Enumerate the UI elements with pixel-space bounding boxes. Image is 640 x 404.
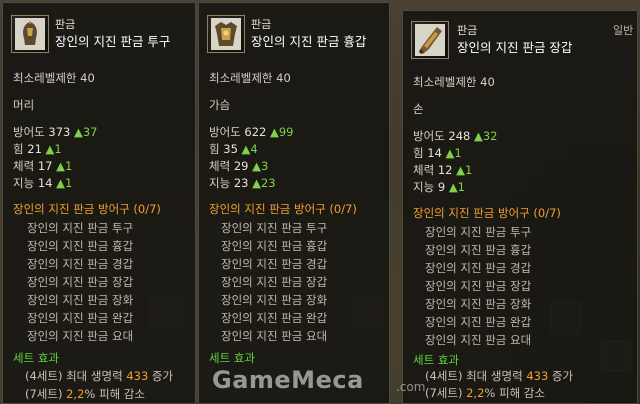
set-piece: 장인의 지진 판금 경갑 xyxy=(221,257,328,271)
set-piece: 장인의 지진 판금 요대 xyxy=(221,329,328,343)
set-piece: 장인의 지진 판금 완갑 xyxy=(425,315,532,329)
item-name: 장인의 지진 판금 흉갑 xyxy=(251,34,367,49)
item-name: 장인의 지진 판금 투구 xyxy=(55,34,171,49)
set-piece: 장인의 지진 판금 투구 xyxy=(425,225,532,239)
stat-row: 힘 35 ▲4 xyxy=(209,142,258,156)
set-piece: 장인의 지진 판금 요대 xyxy=(27,329,134,343)
stat-row: 체력 29 ▲3 xyxy=(209,159,269,173)
stat-row: 체력 17 ▲1 xyxy=(13,159,73,173)
item-tooltip-helmet: 판금 장인의 지진 판금 투구 최소레벨제한 40 머리 방어도 373 ▲37… xyxy=(2,2,196,404)
set-piece: 장인의 지진 판금 요대 xyxy=(425,333,532,347)
set-piece: 장인의 지진 판금 경갑 xyxy=(27,257,134,271)
stat-row: 방어도 373 ▲37 xyxy=(13,125,98,139)
set-name: 장인의 지진 판금 방어구 (0/7) xyxy=(413,206,561,220)
set-effect-7: (7세트) 2,2% 피해 감소 xyxy=(25,387,145,401)
set-piece: 장인의 지진 판금 투구 xyxy=(221,221,328,235)
set-piece: 장인의 지진 판금 흉갑 xyxy=(221,239,328,253)
chest-armor-icon xyxy=(211,18,241,50)
item-name: 장인의 지진 판금 장갑 xyxy=(457,40,573,55)
set-piece: 장인의 지진 판금 장화 xyxy=(221,293,328,307)
helmet-icon xyxy=(15,18,45,50)
stat-row: 지능 9 ▲1 xyxy=(413,180,465,194)
set-piece: 장인의 지진 판금 장갑 xyxy=(425,279,532,293)
set-name: 장인의 지진 판금 방어구 (0/7) xyxy=(13,202,161,216)
set-piece: 장인의 지진 판금 장갑 xyxy=(27,275,134,289)
set-piece: 장인의 지진 판금 완갑 xyxy=(27,311,134,325)
set-piece: 장인의 지진 판금 흉갑 xyxy=(425,243,532,257)
stat-row: 지능 23 ▲23 xyxy=(209,176,276,190)
gauntlet-icon xyxy=(415,24,445,56)
set-piece: 장인의 지진 판금 흉갑 xyxy=(27,239,134,253)
item-tooltip-chest: 판금 장인의 지진 판금 흉갑 최소레벨제한 40 가슴 방어도 622 ▲99… xyxy=(198,2,390,404)
stat-row: 힘 21 ▲1 xyxy=(13,142,62,156)
equip-slot: 가슴 xyxy=(209,98,231,112)
set-effect-7: (7세트) 2,2% 피해 감소 xyxy=(425,386,545,400)
stat-row: 방어도 622 ▲99 xyxy=(209,125,294,139)
min-level: 최소레벨제한 40 xyxy=(209,71,291,85)
min-level: 최소레벨제한 40 xyxy=(413,75,495,89)
set-effect-title: 세트 효과 xyxy=(413,353,459,367)
item-icon-frame xyxy=(207,15,245,53)
item-grade: 판금 xyxy=(457,24,478,37)
site-watermark-suffix: .com xyxy=(396,380,426,394)
item-quality: 일반 xyxy=(613,24,634,37)
site-watermark: GameMeca xyxy=(212,366,364,394)
set-piece: 장인의 지진 판금 경갑 xyxy=(425,261,532,275)
stat-row: 방어도 248 ▲32 xyxy=(413,129,498,143)
set-piece: 장인의 지진 판금 장갑 xyxy=(221,275,328,289)
set-piece: 장인의 지진 판금 완갑 xyxy=(221,311,328,325)
item-grade: 판금 xyxy=(55,18,76,31)
set-effect-4: (4세트) 최대 생명력 433 증가 xyxy=(425,369,574,383)
set-effect-title: 세트 효과 xyxy=(13,351,59,365)
stat-row: 지능 14 ▲1 xyxy=(13,176,73,190)
equip-slot: 손 xyxy=(413,102,424,116)
set-name: 장인의 지진 판금 방어구 (0/7) xyxy=(209,202,357,216)
stat-row: 힘 14 ▲1 xyxy=(413,146,462,160)
stat-row: 체력 12 ▲1 xyxy=(413,163,473,177)
set-effect-4: (4세트) 최대 생명력 433 증가 xyxy=(25,369,174,383)
item-icon-frame xyxy=(411,21,449,59)
set-piece: 장인의 지진 판금 장화 xyxy=(425,297,532,311)
set-effect-title: 세트 효과 xyxy=(209,351,255,365)
min-level: 최소레벨제한 40 xyxy=(13,71,95,85)
set-piece: 장인의 지진 판금 투구 xyxy=(27,221,134,235)
equip-slot: 머리 xyxy=(13,98,35,112)
item-grade: 판금 xyxy=(251,18,272,31)
item-tooltip-gloves: 판금 일반 장인의 지진 판금 장갑 최소레벨제한 40 손 방어도 248 ▲… xyxy=(402,10,638,404)
set-piece: 장인의 지진 판금 장화 xyxy=(27,293,134,307)
item-icon-frame xyxy=(11,15,49,53)
